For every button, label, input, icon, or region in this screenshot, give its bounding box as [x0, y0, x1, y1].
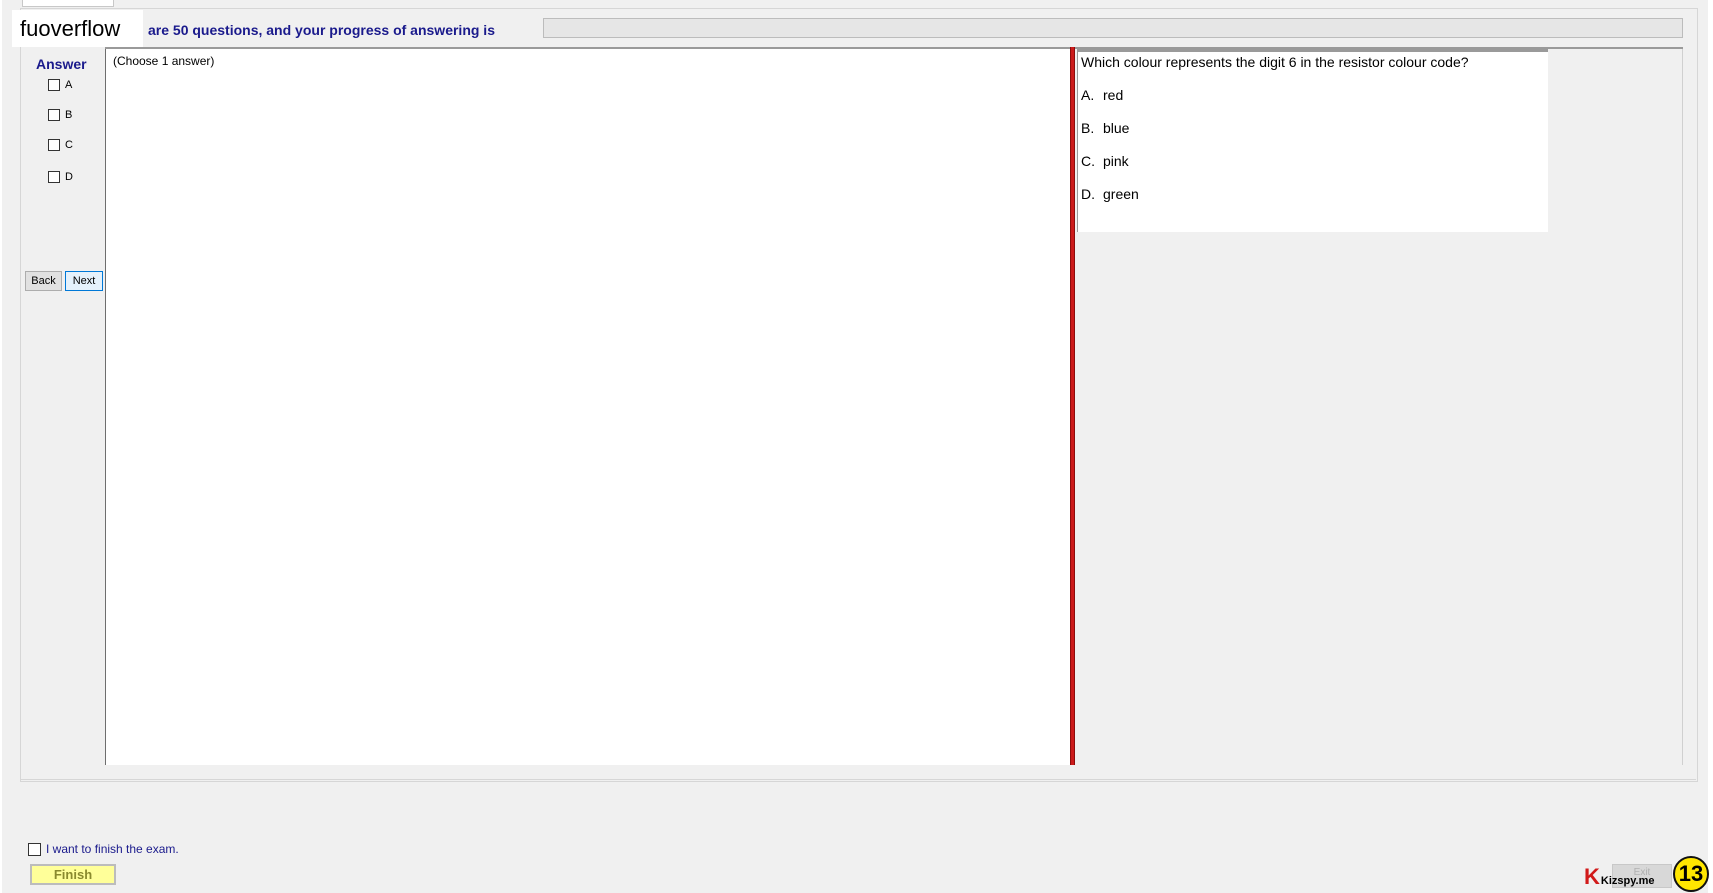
choice-letter: B.: [1081, 120, 1095, 136]
answer-checkbox-d[interactable]: [48, 171, 60, 183]
finish-button[interactable]: Finish: [30, 864, 116, 885]
choice-letter: D.: [1081, 186, 1095, 202]
next-button[interactable]: Next: [65, 271, 103, 291]
choice-letter: C.: [1081, 153, 1095, 169]
choice-text: blue: [1103, 120, 1130, 136]
choice-letter: A.: [1081, 87, 1095, 103]
progress-text: are 50 questions, and your progress of a…: [148, 22, 495, 38]
answer-panel: Answer A B C D Back Next: [24, 48, 104, 764]
answer-option-label: C: [65, 139, 73, 151]
choice-text: green: [1103, 186, 1139, 202]
answer-option-b[interactable]: B: [48, 107, 72, 123]
watermark-k-icon: K: [1584, 864, 1600, 889]
answer-option-label: A: [65, 79, 73, 91]
exam-window: fuoverflow are 50 questions, and your pr…: [2, 0, 1708, 893]
answer-option-c[interactable]: C: [48, 137, 73, 153]
answer-title: Answer: [36, 56, 87, 72]
watermark-logo: K Kizspy.me: [1584, 866, 1654, 888]
brand-label: fuoverflow: [12, 10, 143, 47]
choice-text: pink: [1103, 153, 1129, 169]
question-box: Which colour represents the digit 6 in t…: [1077, 49, 1548, 232]
question-panel: Which colour represents the digit 6 in t…: [1075, 49, 1683, 765]
answer-checkbox-a[interactable]: [48, 79, 60, 91]
answer-checkbox-c[interactable]: [48, 139, 60, 151]
instruction-text: (Choose 1 answer): [113, 54, 215, 68]
answer-option-label: D: [65, 171, 73, 183]
answer-option-d[interactable]: D: [48, 169, 73, 185]
finish-exam-checkbox[interactable]: I want to finish the exam.: [28, 842, 179, 856]
question-number-badge: 13: [1673, 856, 1709, 892]
back-button[interactable]: Back: [25, 271, 62, 291]
answer-instruction-panel: (Choose 1 answer): [105, 49, 1070, 765]
question-choice-d: D. green: [1081, 186, 1139, 202]
top-tab[interactable]: [22, 0, 114, 7]
answer-option-a[interactable]: A: [48, 77, 72, 93]
answer-checkbox-b[interactable]: [48, 109, 60, 121]
choice-text: red: [1103, 87, 1124, 103]
progress-bar: [543, 18, 1683, 38]
question-text: Which colour represents the digit 6 in t…: [1081, 54, 1469, 70]
answer-option-label: B: [65, 109, 73, 121]
question-choice-c: C. pink: [1081, 153, 1129, 169]
watermark-text: Kizspy.me: [1600, 875, 1655, 887]
question-choice-b: B. blue: [1081, 120, 1129, 136]
finish-checkbox-label: I want to finish the exam.: [46, 842, 179, 856]
finish-checkbox-box[interactable]: [28, 842, 41, 856]
question-choice-a: A. red: [1081, 87, 1123, 103]
footer-divider: [20, 779, 1696, 780]
